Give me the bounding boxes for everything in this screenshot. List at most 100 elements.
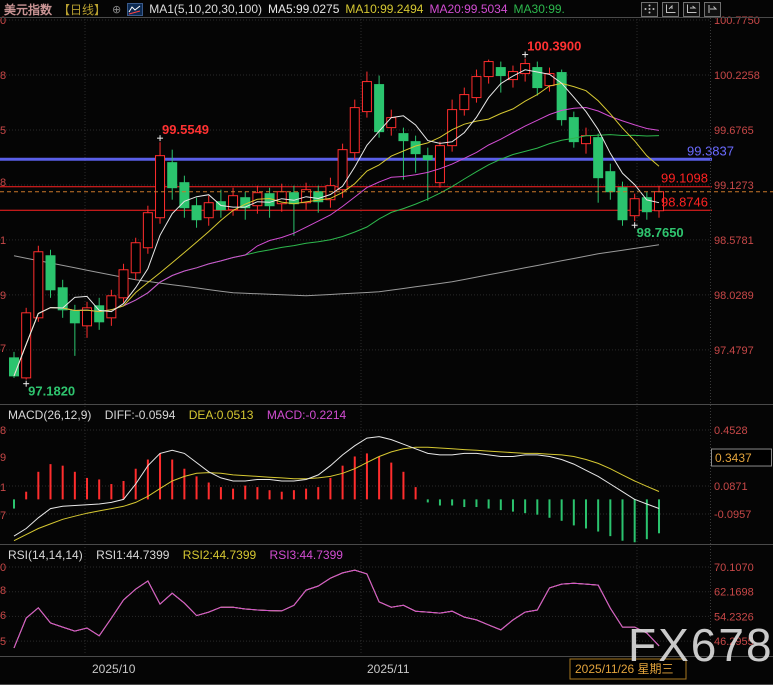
scale-x-axis-icon[interactable]: [683, 2, 700, 17]
macd-hist-bar: [13, 499, 15, 508]
candle-body: [472, 77, 481, 98]
macd-hist-bar: [439, 499, 441, 505]
macd-hist-bar: [597, 499, 599, 531]
candle-body: [192, 206, 201, 220]
swing-high-label: 99.5549: [162, 122, 209, 137]
macd-hist-bar: [646, 499, 648, 539]
price-axis-label: 98.5781: [714, 235, 754, 247]
macd-hist-bar: [548, 499, 550, 517]
macd-hist-bar: [269, 490, 271, 499]
scale-y-axis-icon[interactable]: [662, 2, 679, 17]
clipped-axis-digit: 7: [0, 510, 6, 522]
rsi-panel: [14, 570, 659, 648]
macd-hist-bar: [183, 469, 185, 500]
macd-hist-bar: [329, 478, 331, 499]
macd-hist-bar: [378, 456, 380, 499]
macd-hist-bar: [561, 499, 563, 520]
macd-axis-label: 0.4528: [714, 425, 748, 437]
macd-hist-bar: [171, 460, 173, 500]
macd-hist-bar: [110, 484, 112, 499]
candle-body: [156, 156, 165, 218]
macd-hist-bar: [609, 499, 611, 536]
clipped-axis-digit: 1: [0, 482, 6, 494]
macd-macd-value: MACD:-0.2214: [267, 408, 346, 422]
level-line-label: 99.1098: [661, 171, 708, 186]
macd-hist-bar: [256, 487, 258, 499]
macd-hist-bar: [98, 479, 100, 499]
macd-hist-bar: [573, 499, 575, 525]
drag-move-icon[interactable]: [641, 2, 658, 17]
macd-hist-bar: [123, 481, 125, 499]
candle-body: [34, 252, 43, 318]
clipped-axis-digit: 8: [0, 70, 6, 82]
time-axis-label: 2025/11: [367, 662, 410, 676]
candle-body: [594, 138, 603, 178]
macd-axis-highlight: 0.3437: [715, 451, 752, 465]
macd-hist-bar: [342, 466, 344, 500]
macd-hist-bar: [475, 499, 477, 507]
macd-hist-bar: [366, 453, 368, 499]
chart-header: 美元指数 【日线】 ⊕ MA1(5,10,20,30,100) MA5:99.0…: [0, 0, 773, 18]
macd-hist-bar: [37, 472, 39, 500]
macd-hist-bar: [427, 499, 429, 502]
macd-hist-bar: [196, 476, 198, 499]
ma30-line: [14, 135, 659, 376]
candle-body: [362, 82, 371, 112]
candle-body: [460, 95, 469, 110]
rsi2-value: RSI2:44.7399: [183, 548, 256, 562]
mini-chart-icon[interactable]: [127, 3, 143, 16]
macd-hist-bar: [208, 483, 210, 500]
period-label[interactable]: 【日线】: [58, 1, 106, 18]
candle-body: [95, 306, 104, 322]
macd-hist-bar: [512, 499, 514, 511]
candle-body: [435, 146, 444, 183]
macd-hist-bar: [658, 499, 660, 533]
price-axis-label: 99.1273: [714, 180, 754, 192]
candle-body: [423, 156, 432, 160]
candle-body: [289, 193, 298, 204]
candle-body: [338, 150, 347, 190]
candle-body: [496, 68, 505, 76]
candle-body: [131, 243, 140, 273]
macd-hist-bar: [232, 489, 234, 500]
candle-body: [168, 163, 177, 188]
candle-body: [484, 62, 493, 77]
candle-body: [70, 311, 79, 323]
macd-hist-bar: [220, 487, 222, 499]
rsi1-line: [14, 570, 659, 648]
clipped-axis-digit: 8: [0, 585, 6, 597]
candle-body: [448, 110, 457, 146]
swing-low-label: 97.1820: [28, 384, 75, 399]
macd-dea-value: DEA:0.0513: [189, 408, 254, 422]
clipped-axis-digit: 0: [0, 562, 6, 574]
candle-body: [521, 64, 530, 74]
circle-plus-icon[interactable]: ⊕: [112, 3, 121, 16]
macd-diff-value: DIFF:-0.0594: [105, 408, 176, 422]
chart-canvas[interactable]: 100.7750100.225899.676599.127398.578198.…: [0, 0, 773, 685]
ma30-value: MA30:99.: [514, 2, 565, 16]
candle-body: [58, 288, 67, 310]
swing-low-label: 98.7650: [637, 225, 684, 240]
macd-hist-bar: [62, 466, 64, 500]
macd-hist-bar: [50, 464, 52, 499]
macd-hist-bar: [634, 499, 636, 542]
candle-body: [533, 68, 542, 88]
rsi1-value: RSI1:44.7399: [96, 548, 169, 562]
macd-axis-label: -0.0957: [714, 509, 751, 521]
candle-body: [387, 118, 396, 128]
toolbar-icons: [641, 2, 721, 17]
candle-body: [630, 199, 639, 216]
macd-hist-bar: [74, 472, 76, 500]
clipped-axis-digit: 8: [0, 177, 6, 189]
symbol-name: 美元指数: [4, 1, 52, 18]
macd-hist-bar: [244, 486, 246, 500]
macd-hist-bar: [402, 472, 404, 500]
price-axis-label: 97.4797: [714, 345, 754, 357]
macd-hist-bar: [463, 499, 465, 507]
price-axis-label: 100.2258: [714, 70, 760, 82]
pan-right-icon[interactable]: [704, 2, 721, 17]
macd-hist-bar: [585, 499, 587, 528]
clipped-axis-digit: 7: [0, 343, 6, 355]
rsi-panel-header: RSI(14,14,14) RSI1:44.7399 RSI2:44.7399 …: [8, 548, 353, 562]
rsi3-value: RSI3:44.7399: [270, 548, 343, 562]
